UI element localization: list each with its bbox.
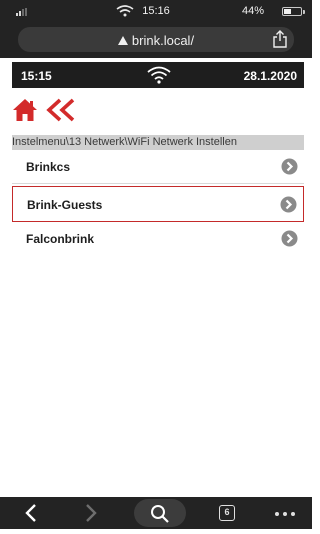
list-item-network[interactable]: Falconbrink [12, 222, 304, 256]
home-icon[interactable] [12, 98, 38, 122]
search-button[interactable] [134, 497, 186, 529]
network-list: Brinkcs Brink-Guests Falconbrink [12, 150, 304, 256]
network-label: Falconbrink [26, 232, 95, 246]
chevron-right-icon [281, 230, 298, 247]
battery-level [284, 9, 291, 14]
empty-content-area [12, 254, 304, 491]
search-icon [151, 505, 169, 523]
app-header: 15:15 28.1.2020 [12, 62, 304, 88]
browser-top-bar: 15:16 44% brink.local/ [0, 0, 312, 58]
breadcrumb: Instelmenu\13 Netwerk\WiFi Netwerk Inste… [12, 135, 304, 150]
nav-row [12, 94, 304, 132]
list-item-network[interactable]: Brinkcs [12, 150, 304, 184]
forward-button[interactable] [78, 497, 102, 529]
chevron-right-icon [86, 504, 97, 522]
browser-toolbar: 6 [0, 497, 312, 529]
network-label: Brink-Guests [27, 198, 103, 212]
battery-percent: 44% [241, 5, 264, 17]
status-time: 15:16 [142, 5, 170, 17]
url-text: brink.local/ [131, 33, 195, 48]
back-button[interactable] [20, 497, 44, 529]
warning-icon [117, 36, 128, 45]
list-item-network-selected[interactable]: Brink-Guests [12, 186, 304, 222]
tabs-button[interactable]: 6 [216, 497, 240, 529]
status-bar: 15:16 44% [0, 0, 312, 24]
header-time: 15:15 [21, 69, 52, 83]
chevron-right-icon [280, 196, 297, 213]
header-date: 28.1.2020 [243, 69, 297, 83]
wifi-icon [147, 66, 171, 84]
double-chevron-left-icon[interactable] [46, 98, 76, 122]
tab-count: 6 [219, 505, 235, 521]
more-button[interactable] [270, 497, 300, 529]
battery-icon [282, 7, 305, 16]
more-icon [275, 512, 279, 516]
chevron-right-icon [281, 158, 298, 175]
network-label: Brinkcs [26, 160, 71, 174]
chevron-left-icon [25, 504, 36, 522]
address-bar[interactable]: brink.local/ [18, 27, 294, 52]
share-icon[interactable] [272, 30, 288, 48]
